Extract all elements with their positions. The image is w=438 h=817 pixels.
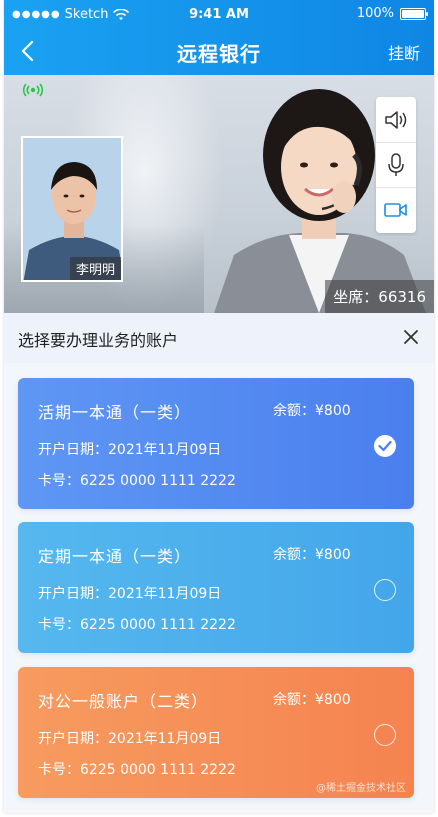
account-card-number: 卡号：6225 0000 1111 2222 — [38, 762, 236, 778]
microphone-button[interactable] — [376, 142, 416, 187]
check-icon — [378, 440, 392, 452]
account-card-number: 卡号：6225 0000 1111 2222 — [38, 617, 236, 633]
account-balance: 余额：¥800 — [273, 547, 351, 563]
speaker-icon — [385, 110, 407, 129]
account-card[interactable]: 对公一般账户（二类） 余额：¥800 开户日期：2021年11月09日 卡号：6… — [18, 667, 414, 798]
account-name: 定期一本通（一类） — [38, 547, 192, 566]
call-controls — [376, 97, 416, 233]
video-call-area: 李明明 坐席：66316 — [4, 75, 434, 313]
account-select-radio[interactable] — [374, 579, 396, 601]
account-card-number: 卡号：6225 0000 1111 2222 — [38, 473, 236, 489]
account-card[interactable]: 定期一本通（一类） 余额：¥800 开户日期：2021年11月09日 卡号：62… — [18, 522, 414, 653]
account-balance: 余额：¥800 — [273, 403, 351, 419]
account-name: 活期一本通（一类） — [38, 403, 192, 422]
nav-bar: 远程银行 挂断 — [4, 28, 434, 75]
page-title: 远程银行 — [177, 42, 261, 66]
account-open-date: 开户日期：2021年11月09日 — [38, 442, 222, 458]
account-panel-header: 选择要办理业务的账户 — [4, 313, 434, 363]
hangup-button[interactable]: 挂断 — [388, 40, 420, 64]
battery-icon — [400, 7, 428, 20]
camera-button[interactable] — [376, 187, 416, 232]
close-button[interactable] — [402, 328, 420, 346]
account-name: 对公一般账户（二类） — [38, 692, 209, 711]
caller-name-label: 李明明 — [69, 257, 121, 280]
seat-label: 坐席：66316 — [325, 280, 434, 313]
panel-title: 选择要办理业务的账户 — [18, 331, 179, 350]
video-camera-icon — [384, 203, 407, 217]
speaker-button[interactable] — [376, 97, 416, 142]
battery-percent: 100% — [356, 6, 394, 21]
watermark: @稀土掘金技术社区 — [316, 783, 406, 794]
account-card[interactable]: 活期一本通（一类） 余额：¥800 开户日期：2021年11月09日 卡号：62… — [18, 378, 414, 509]
phone-screen: ●●●●● Sketch 9:41 AM 100% 远程银行 挂断 李明明 坐席… — [4, 0, 434, 813]
caller-thumbnail[interactable]: 李明明 — [21, 136, 123, 282]
account-open-date: 开户日期：2021年11月09日 — [38, 731, 222, 747]
account-select-radio[interactable] — [374, 724, 396, 746]
app-header: ●●●●● Sketch 9:41 AM 100% 远程银行 挂断 — [4, 0, 434, 75]
live-signal-icon — [22, 83, 44, 97]
account-open-date: 开户日期：2021年11月09日 — [38, 586, 222, 602]
status-right: 100% — [356, 6, 428, 21]
microphone-icon — [388, 153, 404, 176]
account-select-radio[interactable] — [374, 435, 396, 457]
status-bar: ●●●●● Sketch 9:41 AM 100% — [4, 0, 434, 28]
account-balance: 余额：¥800 — [273, 692, 351, 708]
